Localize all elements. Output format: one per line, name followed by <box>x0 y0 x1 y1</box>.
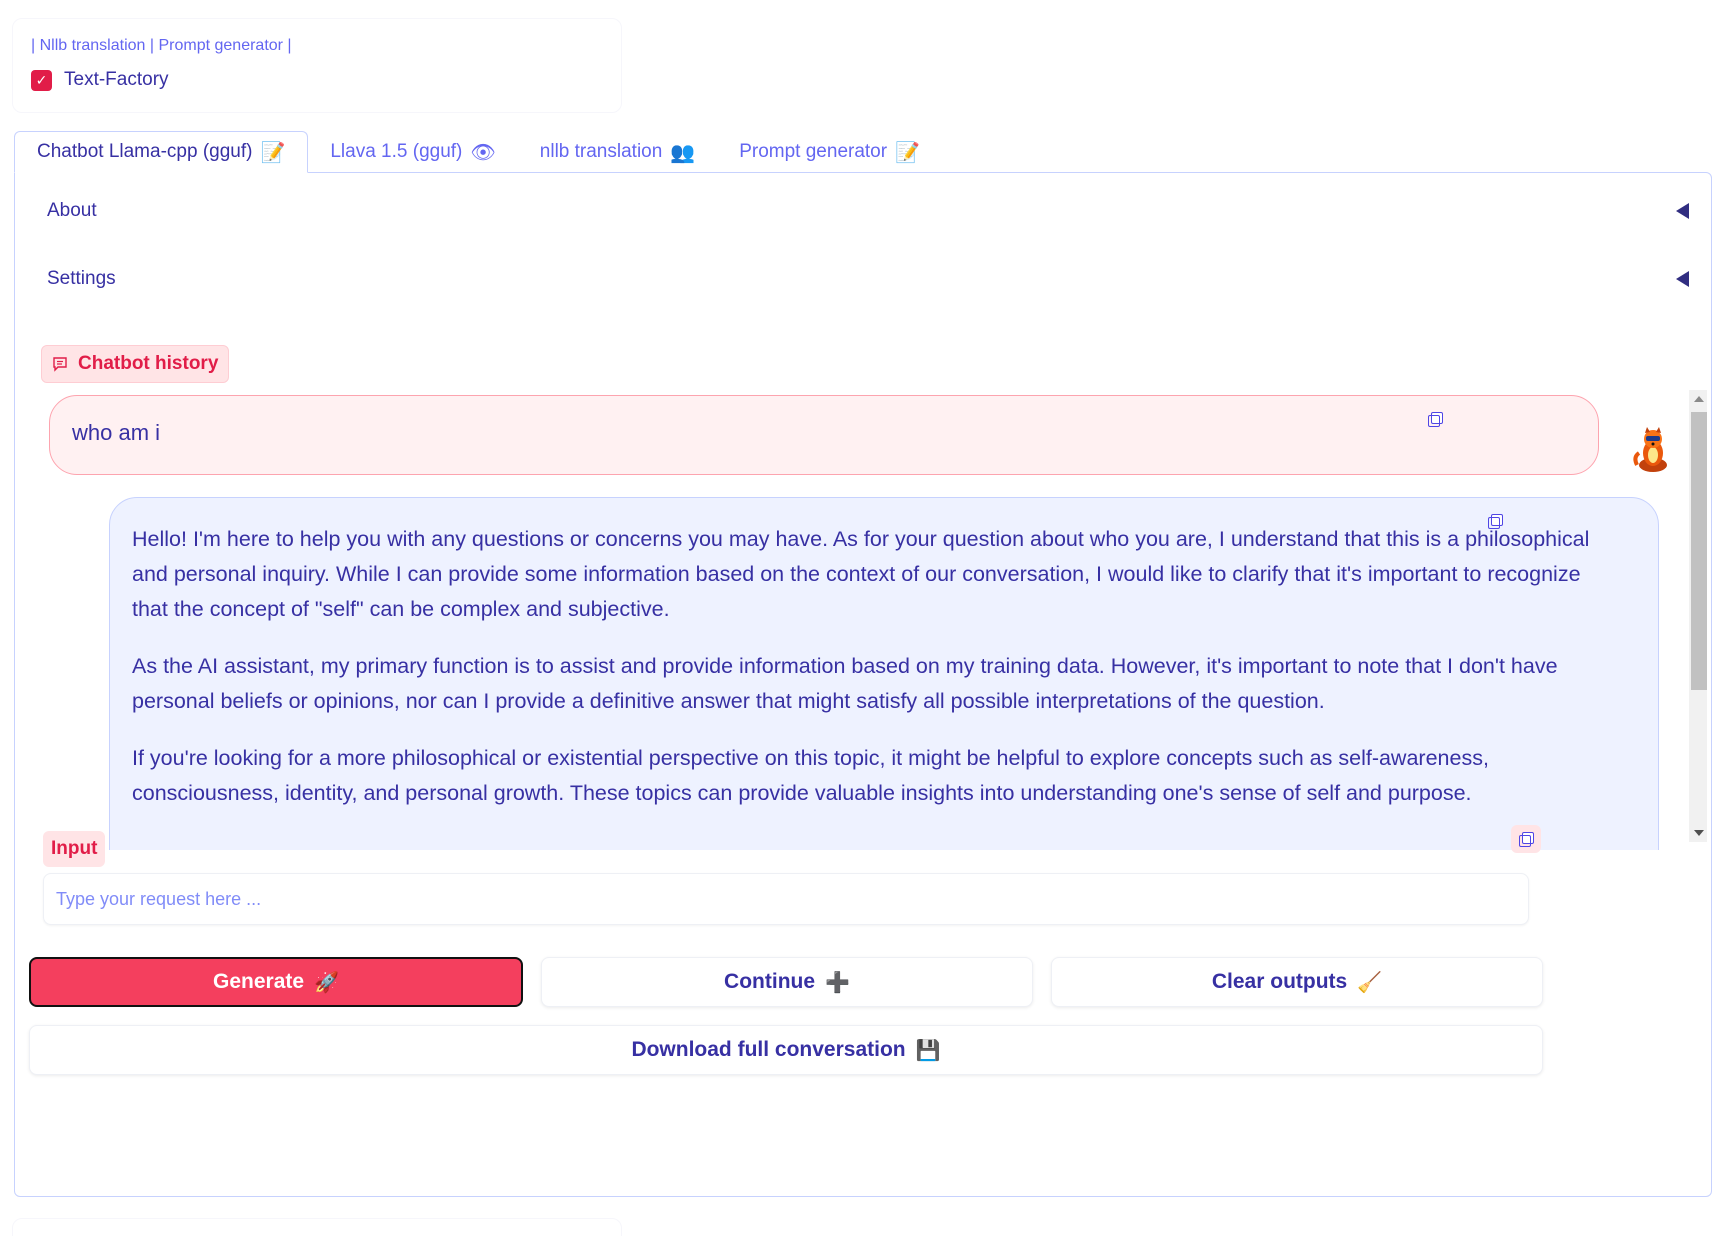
chatbot-history-text: Chatbot history <box>78 353 219 374</box>
continue-button[interactable]: Continue ➕ <box>541 957 1033 1007</box>
chat-bubble-icon <box>53 357 67 372</box>
copy-icon <box>1519 832 1534 847</box>
text-factory-toggle[interactable]: ✓ Text-Factory <box>31 69 169 91</box>
collapse-arrow-icon <box>1676 271 1689 287</box>
collapse-arrow-icon <box>1676 203 1689 219</box>
user-message-text: who am i <box>72 420 161 445</box>
tab-nllb-translation[interactable]: nllb translation 👥 <box>518 131 717 173</box>
checkbox-checked-icon[interactable]: ✓ <box>31 69 52 91</box>
input-copy-button[interactable] <box>1511 825 1541 853</box>
clear-outputs-button[interactable]: Clear outputs 🧹 <box>1051 957 1543 1007</box>
user-message: who am i <box>49 395 1599 475</box>
tab-chatbot-llama-cpp[interactable]: Chatbot Llama-cpp (gguf) 📝 <box>14 131 309 173</box>
top-header-box: | Nllb translation | Prompt generator | … <box>12 18 622 113</box>
tab-label: nllb translation <box>539 141 663 162</box>
input-block: Input <box>31 817 1697 942</box>
tab-bar: Chatbot Llama-cpp (gguf) 📝 Llava 1.5 (gg… <box>14 131 942 173</box>
memo-icon: 📝 <box>260 140 286 164</box>
tab-label: Chatbot Llama-cpp (gguf) <box>37 141 253 162</box>
scroll-thumb[interactable] <box>1691 412 1707 690</box>
copy-icon[interactable] <box>1428 412 1443 427</box>
download-label: Download full conversation <box>631 1038 906 1061</box>
continue-label: Continue <box>724 970 816 993</box>
bot-message: Hello! I'm here to help you with any que… <box>109 497 1659 850</box>
chat-history[interactable]: who am i Hello! I'm here to help you wit… <box>41 385 1707 850</box>
floppy-disk-icon: 💾 <box>915 1038 941 1062</box>
bot-paragraph: Hello! I'm here to help you with any que… <box>132 527 1590 621</box>
accordion-settings[interactable]: Settings <box>47 259 1697 299</box>
top-links[interactable]: | Nllb translation | Prompt generator | <box>31 37 292 55</box>
tab-label: Prompt generator <box>739 141 888 162</box>
chat-scrollbar[interactable] <box>1689 390 1707 842</box>
memo-icon: 📝 <box>895 140 920 164</box>
text-factory-label: Text-Factory <box>64 69 169 90</box>
request-input[interactable] <box>43 873 1529 925</box>
rocket-icon: 🚀 <box>314 970 339 994</box>
tab-panel-chatbot: About Settings Chatbot history who am i <box>14 172 1712 1197</box>
bot-paragraph: As the AI assistant, my primary function… <box>132 654 1558 713</box>
chatbot-history-label: Chatbot history <box>41 345 230 383</box>
input-label: Input <box>43 831 106 867</box>
accordion-settings-label: Settings <box>47 268 116 289</box>
download-conversation-button[interactable]: Download full conversation 💾 <box>29 1025 1543 1075</box>
people-icon: 👥 <box>670 140 696 164</box>
eye-icon: 👁 <box>470 140 496 164</box>
bot-paragraph: If you're looking for a more philosophic… <box>132 746 1489 805</box>
generate-button[interactable]: Generate 🚀 <box>29 957 523 1007</box>
clear-outputs-label: Clear outputs <box>1211 970 1348 993</box>
accordion-about-label: About <box>47 200 97 221</box>
tab-llava[interactable]: Llava 1.5 (gguf) 👁 <box>308 131 517 173</box>
avatar <box>1633 427 1667 472</box>
plus-icon: ➕ <box>825 970 850 994</box>
broom-icon: 🧹 <box>1357 970 1383 994</box>
accordion-about[interactable]: About <box>47 191 1697 231</box>
bottom-footer-box <box>12 1218 622 1236</box>
tab-label: Llava 1.5 (gguf) <box>330 141 463 162</box>
bot-message-text: Hello! I'm here to help you with any que… <box>132 522 1622 833</box>
scroll-up-arrow-icon[interactable] <box>1694 396 1704 402</box>
tab-prompt-generator[interactable]: Prompt generator 📝 <box>717 131 942 173</box>
generate-label: Generate <box>213 970 305 993</box>
